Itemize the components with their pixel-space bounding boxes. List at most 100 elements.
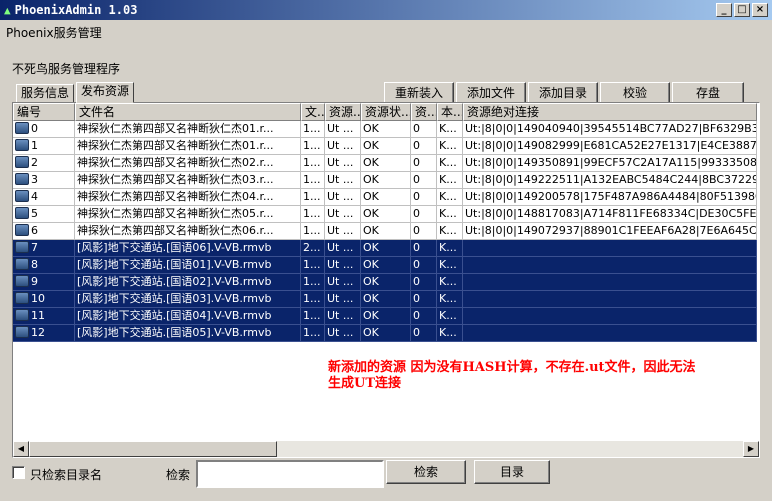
- table-cell: OK: [361, 121, 411, 138]
- table-row[interactable]: 8 [风影]地下交通站.[国语01].V-VB.rmvb 1... Ut ... OK 0…: [13, 257, 757, 274]
- grid-header: 编号文件名文...资源...资源状...资...本...资源绝对连接: [13, 103, 757, 121]
- table-row[interactable]: 4 神探狄仁杰第四部又名神断狄仁杰04.r... 1... Ut ... OK 0 K...…: [13, 189, 757, 206]
- table-cell: K...: [437, 291, 463, 308]
- table-row[interactable]: 1 神探狄仁杰第四部又名神断狄仁杰01.r... 1... Ut ... OK 0 K...…: [13, 138, 757, 155]
- table-cell: K...: [437, 308, 463, 325]
- column-header[interactable]: 资源状...: [361, 103, 411, 121]
- table-row[interactable]: 12 [风影]地下交通站.[国语05].V-VB.rmvb 1... Ut ... OK…: [13, 325, 757, 342]
- grid-rows: 0 神探狄仁杰第四部又名神断狄仁杰01.r... 1... Ut ... OK 0 K...…: [13, 121, 757, 342]
- maximize-button[interactable]: □: [734, 3, 750, 17]
- table-cell: K...: [437, 206, 463, 223]
- table-cell: Ut ...: [325, 121, 361, 138]
- table-cell: 8: [13, 257, 75, 274]
- table-row[interactable]: 10 [风影]地下交通站.[国语03].V-VB.rmvb 1... Ut ... OK…: [13, 291, 757, 308]
- table-cell: 1...: [301, 308, 325, 325]
- scroll-left-icon[interactable]: ◀: [13, 441, 29, 457]
- table-cell: Ut:|8|0|0|149222511|A132EABC5484C244|8BC…: [463, 172, 757, 189]
- file-resource-icon: [15, 224, 29, 236]
- search-input[interactable]: [196, 460, 384, 488]
- table-cell: OK: [361, 291, 411, 308]
- table-cell: 12: [13, 325, 75, 342]
- row-id: 5: [31, 207, 38, 220]
- file-resource-icon: [15, 292, 29, 304]
- table-row[interactable]: 3 神探狄仁杰第四部又名神断狄仁杰03.r... 1... Ut ... OK 0 K...…: [13, 172, 757, 189]
- table-row[interactable]: 0 神探狄仁杰第四部又名神断狄仁杰01.r... 1... Ut ... OK 0 K...…: [13, 121, 757, 138]
- minimize-button[interactable]: _: [716, 3, 732, 17]
- table-cell: [风影]地下交通站.[国语01].V-VB.rmvb: [75, 257, 301, 274]
- table-cell: OK: [361, 172, 411, 189]
- table-cell: Ut ...: [325, 257, 361, 274]
- verify-button[interactable]: 校验: [600, 82, 670, 104]
- table-cell: OK: [361, 257, 411, 274]
- table-cell: 0: [411, 121, 437, 138]
- table-cell: 神探狄仁杰第四部又名神断狄仁杰02.r...: [75, 155, 301, 172]
- resource-grid: 编号文件名文...资源...资源状...资...本...资源绝对连接 0 神探狄仁…: [12, 102, 760, 458]
- tab-publish-resources[interactable]: 发布资源: [76, 82, 135, 103]
- table-cell: 5: [13, 206, 75, 223]
- table-cell: [风影]地下交通站.[国语04].V-VB.rmvb: [75, 308, 301, 325]
- table-cell: OK: [361, 325, 411, 342]
- column-header[interactable]: 文...: [301, 103, 325, 121]
- table-cell: 9: [13, 274, 75, 291]
- file-resource-icon: [15, 122, 29, 134]
- title-bar: ▲ PhoenixAdmin 1.03 _ □ ×: [0, 0, 772, 20]
- table-cell: 7: [13, 240, 75, 257]
- scroll-right-icon[interactable]: ▶: [743, 441, 759, 457]
- annotation-note: 新添加的资源 因为没有HASH计算，不存在.ut文件，因此无法生成UT连接: [328, 360, 696, 391]
- column-header[interactable]: 编号: [13, 103, 75, 121]
- horizontal-scrollbar[interactable]: ◀ ▶: [13, 441, 759, 457]
- table-cell: [463, 308, 757, 325]
- table-row[interactable]: 11 [风影]地下交通站.[国语04].V-VB.rmvb 1... Ut ... OK…: [13, 308, 757, 325]
- table-cell: OK: [361, 240, 411, 257]
- column-header[interactable]: 资源...: [325, 103, 361, 121]
- table-cell: Ut:|8|0|0|148817083|A714F811FE68334C|DE3…: [463, 206, 757, 223]
- table-cell: 1...: [301, 206, 325, 223]
- table-row[interactable]: 7 [风影]地下交通站.[国语06].V-VB.rmvb 2... Ut ... OK 0…: [13, 240, 757, 257]
- table-cell: 1...: [301, 189, 325, 206]
- column-header[interactable]: 本...: [437, 103, 463, 121]
- tab-service-info[interactable]: 服务信息: [16, 84, 75, 103]
- table-cell: Ut:|8|0|0|149072937|88901C1FEEAF6A28|7E6…: [463, 223, 757, 240]
- table-cell: 1...: [301, 274, 325, 291]
- menu-phoenix-service[interactable]: Phoenix服务管理: [6, 24, 102, 41]
- table-cell: OK: [361, 223, 411, 240]
- row-id: 1: [31, 139, 38, 152]
- dir-only-label: 只检索目录名: [30, 468, 103, 482]
- table-row[interactable]: 2 神探狄仁杰第四部又名神断狄仁杰02.r... 1... Ut ... OK 0 K...…: [13, 155, 757, 172]
- table-cell: 0: [411, 240, 437, 257]
- table-cell: 神探狄仁杰第四部又名神断狄仁杰05.r...: [75, 206, 301, 223]
- save-button[interactable]: 存盘: [672, 82, 744, 104]
- table-cell: [463, 291, 757, 308]
- table-cell: OK: [361, 308, 411, 325]
- row-id: 12: [31, 326, 45, 339]
- add-file-button[interactable]: 添加文件: [456, 82, 526, 104]
- directory-button[interactable]: 目录: [474, 460, 550, 484]
- table-cell: 0: [411, 172, 437, 189]
- table-cell: 1...: [301, 257, 325, 274]
- table-cell: Ut ...: [325, 308, 361, 325]
- column-header[interactable]: 资...: [411, 103, 437, 121]
- table-row[interactable]: 9 [风影]地下交通站.[国语02].V-VB.rmvb 1... Ut ... OK 0…: [13, 274, 757, 291]
- table-row[interactable]: 5 神探狄仁杰第四部又名神断狄仁杰05.r... 1... Ut ... OK 0 K...…: [13, 206, 757, 223]
- table-cell: OK: [361, 189, 411, 206]
- search-button[interactable]: 检索: [386, 460, 466, 484]
- table-cell: K...: [437, 189, 463, 206]
- table-cell: K...: [437, 325, 463, 342]
- table-cell: Ut:|8|0|0|149350891|99ECF57C2A17A115|993…: [463, 155, 757, 172]
- table-cell: K...: [437, 274, 463, 291]
- dir-only-checkbox[interactable]: [12, 466, 25, 479]
- table-cell: 0: [411, 189, 437, 206]
- table-cell: Ut:|8|0|0|149200578|175F487A986A4484|80F…: [463, 189, 757, 206]
- column-header[interactable]: 资源绝对连接: [463, 103, 757, 121]
- row-id: 9: [31, 275, 38, 288]
- table-cell: 0: [411, 325, 437, 342]
- column-header[interactable]: 文件名: [75, 103, 301, 121]
- add-directory-button[interactable]: 添加目录: [528, 82, 598, 104]
- table-cell: OK: [361, 155, 411, 172]
- table-row[interactable]: 6 神探狄仁杰第四部又名神断狄仁杰06.r... 1... Ut ... OK 0 K...…: [13, 223, 757, 240]
- table-cell: 3: [13, 172, 75, 189]
- close-button[interactable]: ×: [752, 3, 768, 17]
- reload-button[interactable]: 重新装入: [384, 82, 454, 104]
- scroll-thumb[interactable]: [29, 441, 277, 457]
- file-resource-icon: [15, 241, 29, 253]
